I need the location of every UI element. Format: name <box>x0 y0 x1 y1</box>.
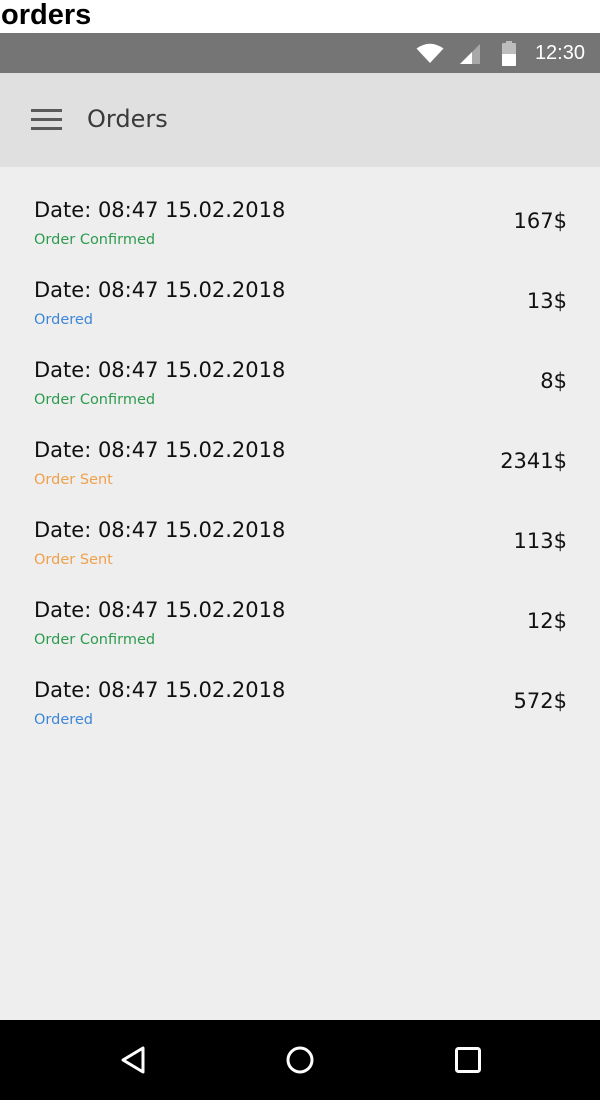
status-bar: 12:30 <box>0 33 600 73</box>
home-icon[interactable] <box>282 1042 318 1078</box>
status-time: 12:30 <box>534 42 585 64</box>
order-list: Date: 08:47 15.02.2018 Order Confirmed 1… <box>0 191 600 751</box>
hamburger-menu-icon[interactable] <box>28 106 64 134</box>
order-amount: 113$ <box>513 529 567 553</box>
order-status: Ordered <box>34 312 94 328</box>
page-title: Orders <box>87 105 168 133</box>
back-icon[interactable] <box>116 1042 152 1078</box>
order-list-item[interactable]: Date: 08:47 15.02.2018 Order Confirmed 1… <box>0 591 600 671</box>
order-status: Order Sent <box>34 472 113 488</box>
order-status: Order Sent <box>34 552 113 568</box>
order-amount: 12$ <box>526 609 567 633</box>
orders-content: Date: 08:47 15.02.2018 Order Confirmed 1… <box>0 167 600 1020</box>
order-list-item[interactable]: Date: 08:47 15.02.2018 Order Confirmed 1… <box>0 191 600 271</box>
order-status: Order Confirmed <box>34 632 156 648</box>
system-nav-bar <box>0 1020 600 1100</box>
order-list-item[interactable]: Date: 08:47 15.02.2018 Order Confirmed 8… <box>0 351 600 431</box>
order-list-item[interactable]: Date: 08:47 15.02.2018 Order Sent 2341$ <box>0 431 600 511</box>
order-status: Ordered <box>34 712 94 728</box>
order-status: Order Confirmed <box>34 232 156 248</box>
order-list-item[interactable]: Date: 08:47 15.02.2018 Order Sent 113$ <box>0 511 600 591</box>
order-list-item[interactable]: Date: 08:47 15.02.2018 Ordered 572$ <box>0 671 600 751</box>
app-bar: Orders <box>0 73 600 167</box>
wifi-icon <box>416 43 444 63</box>
order-date: Date: 08:47 15.02.2018 <box>34 198 286 222</box>
signal-icon <box>460 44 480 64</box>
order-amount: 13$ <box>526 289 567 313</box>
battery-icon <box>502 41 516 66</box>
order-date: Date: 08:47 15.02.2018 <box>34 518 286 542</box>
order-list-item[interactable]: Date: 08:47 15.02.2018 Ordered 13$ <box>0 271 600 351</box>
order-amount: 8$ <box>540 369 567 393</box>
order-date: Date: 08:47 15.02.2018 <box>34 438 286 462</box>
order-status: Order Confirmed <box>34 392 156 408</box>
order-amount: 167$ <box>513 209 567 233</box>
order-date: Date: 08:47 15.02.2018 <box>34 278 286 302</box>
recents-icon[interactable] <box>450 1042 486 1078</box>
screen-caption: orders <box>0 0 600 33</box>
order-amount: 2341$ <box>500 449 567 473</box>
order-date: Date: 08:47 15.02.2018 <box>34 358 286 382</box>
order-amount: 572$ <box>513 689 567 713</box>
order-date: Date: 08:47 15.02.2018 <box>34 598 286 622</box>
order-date: Date: 08:47 15.02.2018 <box>34 678 286 702</box>
